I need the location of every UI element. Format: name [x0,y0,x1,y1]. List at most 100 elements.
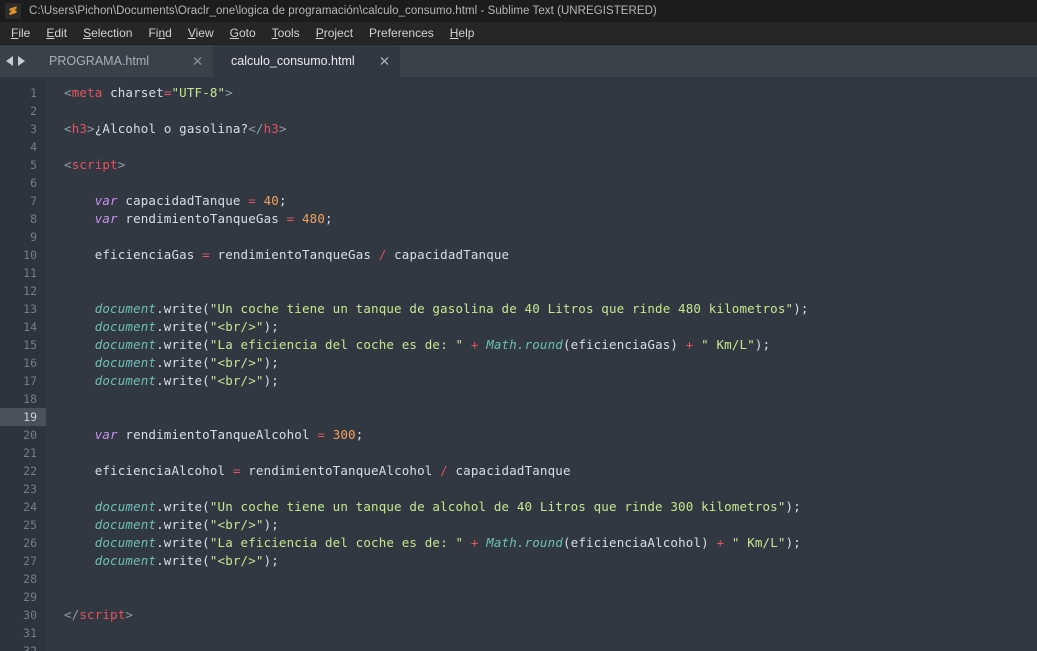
code-line[interactable] [64,228,1037,246]
tab-label: calculo_consumo.html [231,54,355,68]
code-line[interactable]: document.write("<br/>"); [64,372,1037,390]
menu-item-tools[interactable]: Tools [264,24,308,43]
menu-item-file[interactable]: File [3,24,38,43]
menu-item-project[interactable]: Project [308,24,361,43]
gutter-line-number: 16 [23,356,37,370]
gutter-line-number: 13 [23,302,37,316]
tab-prev-arrow-icon[interactable] [6,56,13,66]
code-token-plain: .write( [156,535,210,550]
code-line[interactable]: var capacidadTanque = 40; [64,192,1037,210]
menu-item-view[interactable]: View [180,24,222,43]
code-token-obj: document [94,553,157,568]
code-token-num: 300 [332,427,356,442]
code-line[interactable]: document.write("Un coche tiene un tanque… [64,498,1037,516]
code-line[interactable]: document.write("<br/>"); [64,318,1037,336]
code-line[interactable]: document.write("<br/>"); [64,552,1037,570]
menu-item-help[interactable]: Help [442,24,483,43]
gutter-line-number: 31 [23,626,37,640]
code-line[interactable] [64,390,1037,408]
gutter-line-number: 27 [23,554,37,568]
code-token-op: = [248,193,256,208]
code-line[interactable] [64,408,1037,426]
gutter-line-number: 30 [23,608,37,622]
code-token-str: "<br/>" [209,373,264,388]
code-token-text: ¿Alcohol o gasolina? [94,121,249,136]
code-line[interactable] [64,444,1037,462]
gutter-line-number: 21 [23,446,37,460]
code-token-punct: > [225,85,233,100]
menu-item-selection[interactable]: Selection [75,24,140,43]
code-token-op: = [163,85,172,100]
code-line[interactable] [64,624,1037,642]
code-line[interactable]: document.write("La eficiencia del coche … [64,534,1037,552]
code-line[interactable]: var rendimientoTanqueAlcohol = 300; [64,426,1037,444]
code-line[interactable]: </script> [64,606,1037,624]
code-token-op: + [470,535,479,550]
code-token-kw: var [94,211,118,226]
code-line[interactable]: eficienciaGas = rendimientoTanqueGas / c… [64,246,1037,264]
gutter-line-number: 25 [23,518,37,532]
code-token-plain: .write( [156,373,210,388]
code-line[interactable]: <meta charset="UTF-8"> [64,84,1037,102]
gutter-line-number: 11 [23,266,37,280]
menu-item-goto[interactable]: Goto [222,24,264,43]
code-line[interactable]: <h3>¿Alcohol o gasolina?</h3> [64,120,1037,138]
code-token-str: " Km/L" [731,535,786,550]
code-line[interactable]: eficienciaAlcohol = rendimientoTanqueAlc… [64,462,1037,480]
tab-next-arrow-icon[interactable] [18,56,25,66]
code-token-plain: rendimientoTanqueGas [209,247,379,262]
code-editor[interactable]: 1 2 3 4 5 6 7 8 9 10 11 12 13 14 15 16 17 18 19 20 21 22 23 24 2… [0,77,1037,651]
code-line[interactable] [64,264,1037,282]
gutter-line-number: 29 [23,590,37,604]
code-line[interactable]: document.write("<br/>"); [64,516,1037,534]
code-line[interactable] [64,138,1037,156]
code-token-str: "La eficiencia del coche es de: " [209,337,464,352]
code-token-str: "Un coche tiene un tanque de alcohol de … [209,499,786,514]
code-line[interactable]: document.write("La eficiencia del coche … [64,336,1037,354]
menu-item-preferences[interactable]: Preferences [361,24,442,43]
code-line[interactable] [64,480,1037,498]
gutter-line-number: 10 [23,248,37,262]
menu-item-edit[interactable]: Edit [38,24,75,43]
code-token-plain: rendimientoTanqueGas [117,211,287,226]
tab-close-icon[interactable] [192,56,203,67]
tab-programa-html[interactable]: PROGRAMA.html [31,45,213,77]
code-token-plain: ); [754,337,771,352]
code-token-plain: .write( [156,517,210,532]
code-token-plain: rendimientoTanqueAlcohol [117,427,318,442]
code-line[interactable]: var rendimientoTanqueGas = 480; [64,210,1037,228]
code-line[interactable] [64,282,1037,300]
code-token-punct: > [117,157,126,172]
code-line[interactable] [64,588,1037,606]
code-token-plain: ); [785,499,801,514]
code-token-tag: meta [71,85,103,100]
code-token-plain: .write( [156,553,210,568]
code-token-plain: .write( [156,337,210,352]
code-token-punct: </ [64,607,80,622]
menu-item-find[interactable]: Find [140,24,179,43]
code-content-area[interactable]: <meta charset="UTF-8"> <h3>¿Alcohol o ga… [46,77,1037,651]
gutter-line-number: 1 [30,86,37,100]
gutter-line-number: 19 [0,408,46,426]
code-token-str: "La eficiencia del coche es de: " [209,535,464,550]
code-token-op: = [232,463,241,478]
code-line[interactable]: document.write("<br/>"); [64,354,1037,372]
code-line[interactable] [64,642,1037,651]
tab-close-icon[interactable] [379,56,390,67]
code-line[interactable] [64,102,1037,120]
code-token-plain: .write( [156,319,210,334]
code-line[interactable] [64,174,1037,192]
code-line[interactable]: document.write("Un coche tiene un tanque… [64,300,1037,318]
code-line[interactable]: <script> [64,156,1037,174]
menu-bar: File Edit Selection Find View Goto Tools… [0,22,1037,45]
gutter-line-number: 20 [23,428,37,442]
tab-calculo-consumo-html[interactable]: calculo_consumo.html [213,45,400,77]
code-line[interactable] [64,570,1037,588]
code-token-num: 40 [263,193,279,208]
